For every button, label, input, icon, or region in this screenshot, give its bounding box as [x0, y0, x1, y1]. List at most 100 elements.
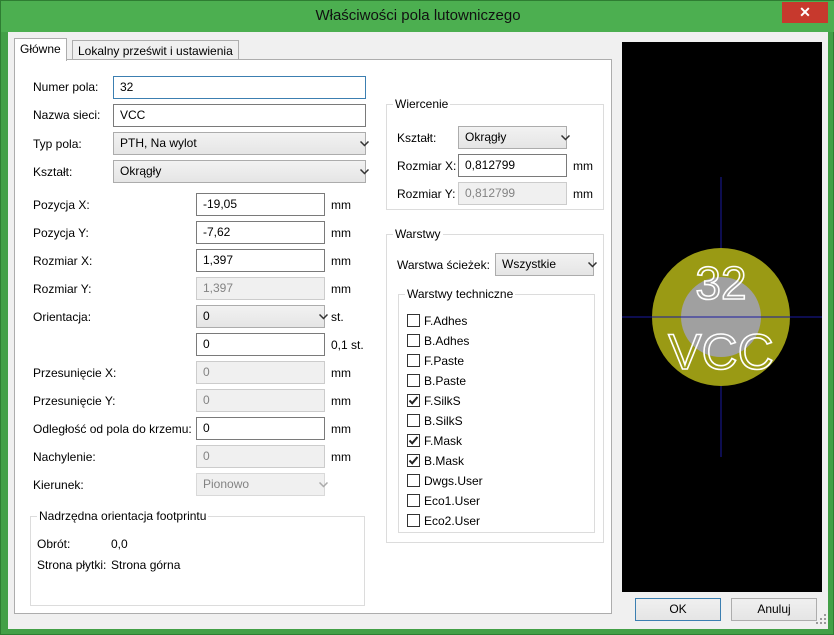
layer-checkbox-label: F.SilkS — [424, 394, 461, 408]
offset-y-unit: mm — [331, 394, 351, 408]
size-y-unit: mm — [331, 282, 351, 296]
layer-checkbox[interactable] — [407, 414, 420, 427]
layer-checkbox[interactable] — [407, 494, 420, 507]
technical-layers-title: Warstwy techniczne — [405, 287, 516, 301]
orientation-select[interactable]: 0 — [196, 305, 328, 328]
trapezoid-label: Nachylenie: — [33, 450, 96, 464]
drill-size-y-unit: mm — [573, 187, 593, 201]
orientation-unit: st. — [331, 310, 344, 324]
net-name-label: Nazwa sieci: — [33, 108, 101, 122]
offset-y-label: Przesunięcie Y: — [33, 394, 116, 408]
drill-title: Wiercenie — [393, 97, 451, 111]
pad-to-die-input[interactable]: 0 — [196, 417, 325, 440]
pos-x-input[interactable]: -19,05 — [196, 193, 325, 216]
layer-checkbox-row[interactable]: Dwgs.User — [407, 473, 577, 489]
layer-checkbox[interactable] — [407, 394, 420, 407]
copper-layer-value: Wszystkie — [502, 257, 556, 271]
layer-checkbox[interactable] — [407, 474, 420, 487]
drill-size-x-unit: mm — [573, 159, 593, 173]
layer-checkbox[interactable] — [407, 374, 420, 387]
layer-checkbox-label: Eco2.User — [424, 514, 481, 528]
layer-checkbox-row[interactable]: F.Paste — [407, 353, 577, 369]
layer-checkbox-row[interactable]: B.Paste — [407, 373, 577, 389]
direction-value: Pionowo — [203, 477, 250, 491]
layer-checkbox[interactable] — [407, 434, 420, 447]
offset-x-label: Przesunięcie X: — [33, 366, 117, 380]
layers-group: Warstwy Warstwa ścieżek: Wszystkie Warst… — [386, 227, 604, 543]
checkmark-icon — [408, 396, 419, 405]
layer-checkbox-row[interactable]: F.Adhes — [407, 313, 577, 329]
layer-checkbox-row[interactable]: F.SilkS — [407, 393, 577, 409]
checkmark-icon — [408, 456, 419, 465]
size-x-input[interactable]: 1,397 — [196, 249, 325, 272]
layer-checkbox-row[interactable]: B.SilkS — [407, 413, 577, 429]
size-y-input: 1,397 — [196, 277, 325, 300]
parent-orientation-group: Nadrzędna orientacja footprintu Obrót: 0… — [30, 509, 365, 606]
layer-checkbox-label: B.SilkS — [424, 414, 463, 428]
offset-x-unit: mm — [331, 366, 351, 380]
shape-label: Kształt: — [33, 165, 73, 179]
layer-checkbox-label: B.Adhes — [424, 334, 470, 348]
direction-select: Pionowo — [196, 473, 328, 496]
tab-panel-general: Numer pola: 32 Nazwa sieci: VCC Typ pola… — [14, 59, 612, 614]
copper-layer-select[interactable]: Wszystkie — [495, 253, 597, 276]
close-button[interactable]: ✕ — [782, 2, 828, 23]
copper-layer-label: Warstwa ścieżek: — [397, 258, 490, 272]
layer-checkbox-row[interactable]: F.Mask — [407, 433, 577, 449]
size-x-unit: mm — [331, 254, 351, 268]
orientation-custom-unit: 0,1 st. — [331, 338, 364, 352]
layer-checkbox[interactable] — [407, 354, 420, 367]
title-bar[interactable]: Właściwości pola lutowniczego ✕ — [1, 1, 834, 32]
ok-button[interactable]: OK — [635, 598, 721, 621]
tab-local-clearance[interactable]: Lokalny prześwit i ustawienia — [72, 40, 239, 60]
size-y-label: Rozmiar Y: — [33, 282, 92, 296]
pos-y-unit: mm — [331, 226, 351, 240]
window-title: Właściwości pola lutowniczego — [315, 7, 521, 24]
layer-checkbox-label: F.Paste — [424, 354, 465, 368]
pad-type-select[interactable]: PTH, Na wylot — [113, 132, 369, 155]
pad-to-die-label: Odległość od pola do krzemu: — [33, 422, 192, 436]
pad-type-value: PTH, Na wylot — [120, 136, 197, 150]
layer-checkbox-row[interactable]: Eco2.User — [407, 513, 577, 529]
pad-type-label: Typ pola: — [33, 137, 82, 151]
dialog-client-area: Główne Lokalny prześwit i ustawienia Num… — [8, 32, 828, 629]
orientation-label: Orientacja: — [33, 310, 92, 324]
pos-y-input[interactable]: -7,62 — [196, 221, 325, 244]
layer-checkbox-label: Dwgs.User — [424, 474, 483, 488]
pad-preview-canvas: 32 VCC — [622, 42, 822, 592]
pos-x-label: Pozycja X: — [33, 198, 90, 212]
net-name-input[interactable]: VCC — [113, 104, 366, 127]
drill-shape-select[interactable]: Okrągły — [458, 126, 570, 149]
trapezoid-unit: mm — [331, 450, 351, 464]
checkmark-icon — [408, 436, 419, 445]
pos-y-label: Pozycja Y: — [33, 226, 89, 240]
resize-grip-icon[interactable] — [816, 613, 826, 627]
parent-orientation-title: Nadrzędna orientacja footprintu — [37, 509, 209, 523]
pad-number-text: 32 — [695, 257, 746, 309]
pad-number-label: Numer pola: — [33, 80, 99, 94]
tab-general[interactable]: Główne — [14, 38, 67, 61]
rotation-label: Obrót: — [37, 537, 71, 551]
drill-size-x-input[interactable]: 0,812799 — [458, 154, 567, 177]
cancel-button[interactable]: Anuluj — [731, 598, 817, 621]
pos-x-unit: mm — [331, 198, 351, 212]
drill-shape-value: Okrągły — [465, 130, 507, 144]
layer-checkbox-row[interactable]: B.Mask — [407, 453, 577, 469]
layer-checkbox-row[interactable]: Eco1.User — [407, 493, 577, 509]
layer-checkbox[interactable] — [407, 314, 420, 327]
size-x-label: Rozmiar X: — [33, 254, 93, 268]
shape-select[interactable]: Okrągły — [113, 160, 369, 183]
rotation-value: 0,0 — [111, 537, 128, 551]
pad-net-text: VCC — [668, 324, 774, 380]
layer-checkbox-row[interactable]: B.Adhes — [407, 333, 577, 349]
layers-title: Warstwy — [393, 227, 443, 241]
shape-value: Okrągły — [120, 164, 162, 178]
layer-checkbox[interactable] — [407, 514, 420, 527]
pad-number-input[interactable]: 32 — [113, 76, 366, 99]
layer-checkbox[interactable] — [407, 334, 420, 347]
trapezoid-input: 0 — [196, 445, 325, 468]
drill-size-y-input: 0,812799 — [458, 182, 567, 205]
orientation-custom-input[interactable]: 0 — [196, 333, 325, 356]
layer-checkbox-label: F.Mask — [424, 434, 463, 448]
layer-checkbox[interactable] — [407, 454, 420, 467]
